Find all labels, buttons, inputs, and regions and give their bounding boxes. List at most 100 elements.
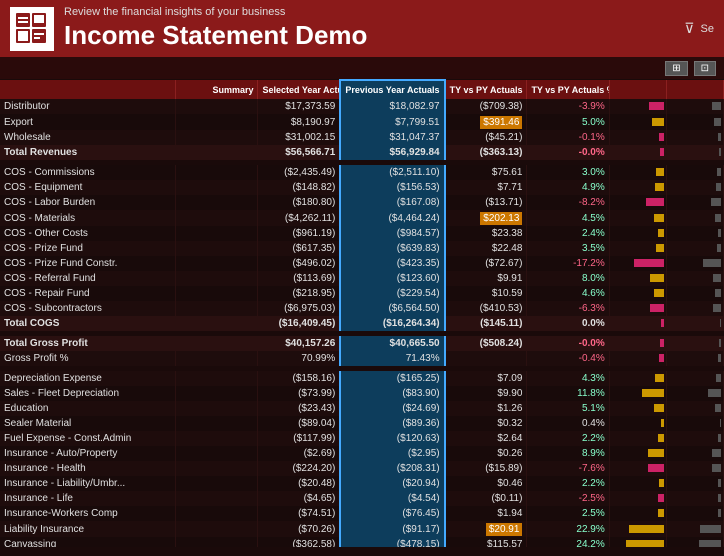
cell-prev: ($208.31) <box>340 461 444 476</box>
cell-tyvspy-pct: -0.1% <box>527 130 609 145</box>
cell-summary <box>176 461 258 476</box>
cell-bar2 <box>666 130 723 145</box>
cell-bar1 <box>609 210 666 226</box>
cell-summary <box>176 210 258 226</box>
cell-summary <box>176 145 258 160</box>
cell-bar2 <box>666 537 723 547</box>
table-row: Sales - Fleet Depreciation($73.99)($83.9… <box>0 386 724 401</box>
table-row: Liability Insurance($70.26)($91.17)$20.9… <box>0 521 724 537</box>
cell-tyvspy-pct: 11.8% <box>527 386 609 401</box>
table-row: Gross Profit %70.99%71.43%-0.4% <box>0 351 724 366</box>
cell-prev: ($91.17) <box>340 521 444 537</box>
cell-tyvspy: ($709.38) <box>445 99 527 114</box>
cell-selected: ($16,409.45) <box>258 316 340 331</box>
cell-summary <box>176 130 258 145</box>
cell-bar2 <box>666 386 723 401</box>
cell-selected: ($362.58) <box>258 537 340 547</box>
cell-tyvspy-pct: 2.4% <box>527 226 609 241</box>
cell-prev: ($639.83) <box>340 241 444 256</box>
cell-summary <box>176 476 258 491</box>
cell-bar2 <box>666 506 723 521</box>
cell-bar1 <box>609 416 666 431</box>
cell-tyvspy: $75.61 <box>445 165 527 180</box>
cell-bar1 <box>609 476 666 491</box>
cell-selected: ($961.19) <box>258 226 340 241</box>
cell-name: COS - Labor Burden <box>0 195 176 210</box>
table-row: Insurance - Life($4.65)($4.54)($0.11)-2.… <box>0 491 724 506</box>
col-header-name <box>0 80 176 99</box>
toolbar-btn-2[interactable]: ⊡ <box>694 61 716 76</box>
cell-tyvspy-pct: 2.5% <box>527 506 609 521</box>
cell-selected: $40,157.26 <box>258 336 340 351</box>
cell-bar1 <box>609 99 666 114</box>
cell-summary <box>176 180 258 195</box>
toolbar: ⊞ ⊡ <box>0 57 724 79</box>
cell-prev: ($89.36) <box>340 416 444 431</box>
cell-tyvspy: $7.09 <box>445 371 527 386</box>
cell-prev: ($120.63) <box>340 431 444 446</box>
col-header-tyvspy[interactable]: TY vs PY Actuals <box>445 80 527 99</box>
cell-prev: $7,799.51 <box>340 114 444 130</box>
cell-name: Sealer Material <box>0 416 176 431</box>
table-row: COS - Materials($4,262.11)($4,464.24)$20… <box>0 210 724 226</box>
cell-name: Liability Insurance <box>0 521 176 537</box>
cell-tyvspy: $0.26 <box>445 446 527 461</box>
cell-name: COS - Materials <box>0 210 176 226</box>
cell-name: COS - Repair Fund <box>0 286 176 301</box>
cell-tyvspy-pct: -0.0% <box>527 336 609 351</box>
cell-tyvspy-pct: 3.5% <box>527 241 609 256</box>
cell-bar1 <box>609 195 666 210</box>
cell-tyvspy-pct: 0.0% <box>527 316 609 331</box>
cell-summary <box>176 431 258 446</box>
cell-selected: ($496.02) <box>258 256 340 271</box>
filter-icon[interactable]: ⊽ <box>684 20 694 37</box>
cell-bar2 <box>666 210 723 226</box>
cell-bar2 <box>666 416 723 431</box>
cell-bar1 <box>609 180 666 195</box>
cell-selected: ($23.43) <box>258 401 340 416</box>
table-row: COS - Subcontractors($6,975.03)($6,564.5… <box>0 301 724 316</box>
cell-name: Wholesale <box>0 130 176 145</box>
cell-tyvspy: $20.91 <box>445 521 527 537</box>
col-header-selected[interactable]: Selected Year Actu... <box>258 80 340 99</box>
cell-name: COS - Other Costs <box>0 226 176 241</box>
table-row: Fuel Expense - Const.Admin($117.99)($120… <box>0 431 724 446</box>
cell-summary <box>176 316 258 331</box>
cell-summary <box>176 195 258 210</box>
cell-tyvspy: $115.57 <box>445 537 527 547</box>
cell-selected: $31,002.15 <box>258 130 340 145</box>
table-row: Sealer Material($89.04)($89.36)$0.320.4% <box>0 416 724 431</box>
cell-name: Distributor <box>0 99 176 114</box>
cell-selected: ($20.48) <box>258 476 340 491</box>
cell-bar1 <box>609 521 666 537</box>
cell-bar1 <box>609 271 666 286</box>
cell-bar1 <box>609 165 666 180</box>
cell-bar2 <box>666 371 723 386</box>
cell-selected: ($6,975.03) <box>258 301 340 316</box>
cell-name: Sales - Fleet Depreciation <box>0 386 176 401</box>
table-container: Summary Selected Year Actu... Previous Y… <box>0 79 724 547</box>
cell-prev: ($4,464.24) <box>340 210 444 226</box>
cell-bar1 <box>609 386 666 401</box>
header-title: Income Statement Demo <box>64 20 367 51</box>
cell-selected: ($218.95) <box>258 286 340 301</box>
cell-tyvspy-pct: -0.0% <box>527 145 609 160</box>
cell-tyvspy: ($363.13) <box>445 145 527 160</box>
cell-bar1 <box>609 226 666 241</box>
cell-selected: ($158.16) <box>258 371 340 386</box>
col-header-tyvspy-pct[interactable]: TY vs PY Actuals % <box>527 80 609 99</box>
col-header-summary[interactable]: Summary <box>176 80 258 99</box>
cell-prev: ($2.95) <box>340 446 444 461</box>
col-header-chart2 <box>666 80 723 99</box>
cell-summary <box>176 114 258 130</box>
cell-selected: $56,566.71 <box>258 145 340 160</box>
cell-prev: ($984.57) <box>340 226 444 241</box>
cell-bar1 <box>609 336 666 351</box>
cell-tyvspy-pct: 4.6% <box>527 286 609 301</box>
col-header-prev[interactable]: Previous Year Actuals <box>340 80 444 99</box>
cell-name: COS - Prize Fund <box>0 241 176 256</box>
toolbar-btn-1[interactable]: ⊞ <box>665 61 687 76</box>
cell-summary <box>176 446 258 461</box>
cell-tyvspy-pct: -3.9% <box>527 99 609 114</box>
cell-bar2 <box>666 401 723 416</box>
